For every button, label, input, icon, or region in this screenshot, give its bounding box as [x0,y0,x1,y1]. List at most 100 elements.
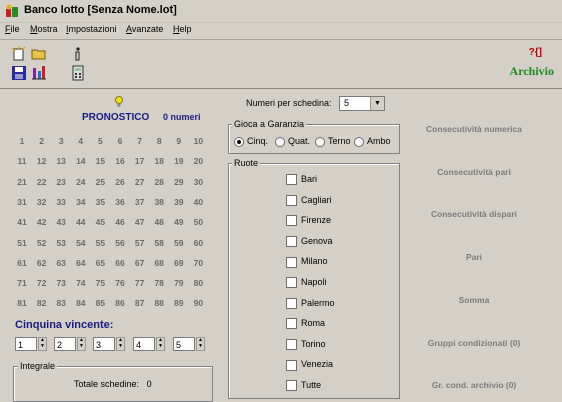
lotto-number[interactable]: 28 [149,177,169,187]
lotto-number[interactable]: 51 [12,238,32,248]
cinquina-spinner-1[interactable]: 1 ▲ ▼ [15,337,48,353]
lotto-number[interactable]: 73 [51,278,71,288]
lotto-number[interactable]: 39 [169,197,189,207]
ruota-checkbox-firenze[interactable]: Firenze [286,215,331,227]
lotto-number[interactable]: 45 [90,217,110,227]
lotto-number[interactable]: 7 [130,136,150,146]
lotto-number[interactable]: 1 [12,136,32,146]
lotto-number[interactable]: 33 [51,197,71,207]
lotto-number[interactable]: 82 [32,298,52,308]
lotto-number[interactable]: 31 [12,197,32,207]
radio-cinq[interactable]: Cinq. [234,136,268,147]
lotto-number[interactable]: 30 [188,177,208,187]
lotto-number[interactable]: 79 [169,278,189,288]
lotto-number[interactable]: 26 [110,177,130,187]
lotto-number[interactable]: 32 [32,197,52,207]
ruota-checkbox-bari[interactable]: Bari [286,174,317,186]
ruota-checkbox-torino[interactable]: Torino [286,339,326,350]
lotto-number[interactable]: 21 [12,177,32,187]
lotto-number[interactable]: 88 [149,298,169,308]
lotto-number[interactable]: 40 [188,197,208,207]
stats-icon[interactable] [31,65,47,81]
lotto-number[interactable]: 68 [149,258,169,268]
analysis-button-6[interactable]: Gr. cond. archivio (0) [408,380,540,390]
analysis-button-0[interactable]: Consecutività numerica [408,124,540,134]
lotto-number[interactable]: 11 [12,156,32,166]
lotto-number[interactable]: 71 [12,278,32,288]
lotto-number[interactable]: 83 [51,298,71,308]
lotto-number[interactable]: 17 [130,156,150,166]
lotto-number[interactable]: 41 [12,217,32,227]
lotto-number[interactable]: 55 [90,238,110,248]
menu-avanzate[interactable]: Avanzate [126,24,163,34]
menu-help[interactable]: Help [173,24,192,34]
lotto-number[interactable]: 60 [188,238,208,248]
lotto-number[interactable]: 18 [149,156,169,166]
lotto-number[interactable]: 84 [71,298,91,308]
lotto-number[interactable]: 64 [71,258,91,268]
ruota-checkbox-roma[interactable]: Roma [286,318,325,330]
lotto-number[interactable]: 54 [71,238,91,248]
ruota-checkbox-napoli[interactable]: Napoli [286,277,327,289]
lotto-number[interactable]: 89 [169,298,189,308]
lotto-number[interactable]: 86 [110,298,130,308]
lotto-number[interactable]: 10 [188,136,208,146]
lotto-number[interactable]: 3 [51,136,71,146]
lotto-number[interactable]: 65 [90,258,110,268]
lotto-number[interactable]: 37 [130,197,150,207]
lotto-number[interactable]: 72 [32,278,52,288]
lotto-number[interactable]: 22 [32,177,52,187]
lotto-number[interactable]: 87 [130,298,150,308]
open-folder-icon[interactable] [31,46,47,62]
lotto-number[interactable]: 57 [130,238,150,248]
lotto-number[interactable]: 48 [149,217,169,227]
radio-ambo[interactable]: Ambo [354,136,391,147]
archivio-button[interactable]: Archivio [510,64,554,79]
lotto-number[interactable]: 69 [169,258,189,268]
lotto-number[interactable]: 14 [71,156,91,166]
lotto-number[interactable]: 29 [169,177,189,187]
cinquina-spinner-2[interactable]: 2 ▲ ▼ [54,337,87,353]
ruota-checkbox-tutte[interactable]: Tutte [286,380,321,392]
lotto-number[interactable]: 20 [188,156,208,166]
lotto-number[interactable]: 44 [71,217,91,227]
lotto-number[interactable]: 49 [169,217,189,227]
lotto-number[interactable]: 78 [149,278,169,288]
ruota-checkbox-venezia[interactable]: Venezia [286,359,333,371]
lotto-number[interactable]: 42 [32,217,52,227]
lotto-number[interactable]: 52 [32,238,52,248]
lotto-number[interactable]: 62 [32,258,52,268]
lotto-number[interactable]: 5 [90,136,110,146]
lotto-number[interactable]: 38 [149,197,169,207]
lotto-number[interactable]: 36 [110,197,130,207]
lotto-number[interactable]: 61 [12,258,32,268]
lotto-number[interactable]: 53 [51,238,71,248]
cinquina-spinner-4[interactable]: 4 ▲ ▼ [133,337,166,353]
ruota-checkbox-milano[interactable]: Milano [286,256,328,268]
lotto-number[interactable]: 85 [90,298,110,308]
cinquina-spinner-3[interactable]: 3 ▲ ▼ [93,337,126,353]
menu-file[interactable]: File [5,24,20,34]
lotto-number[interactable]: 56 [110,238,130,248]
radio-quat[interactable]: Quat. [275,136,310,147]
lotto-number[interactable]: 47 [130,217,150,227]
lotto-number[interactable]: 90 [188,298,208,308]
lotto-number[interactable]: 59 [169,238,189,248]
lotto-number[interactable]: 24 [71,177,91,187]
lotto-number[interactable]: 58 [149,238,169,248]
lotto-number[interactable]: 63 [51,258,71,268]
lightbulb-icon[interactable] [114,96,124,108]
lotto-number[interactable]: 13 [51,156,71,166]
cinquina-spinner-5[interactable]: 5 ▲ ▼ [173,337,206,353]
lotto-number[interactable]: 50 [188,217,208,227]
lotto-number[interactable]: 15 [90,156,110,166]
lotto-number[interactable]: 76 [110,278,130,288]
analysis-button-3[interactable]: Pari [408,252,540,262]
lotto-number[interactable]: 16 [110,156,130,166]
lotto-number[interactable]: 70 [188,258,208,268]
lotto-number[interactable]: 35 [90,197,110,207]
menu-mostra[interactable]: Mostra [30,24,58,34]
lotto-number[interactable]: 12 [32,156,52,166]
calculator-icon[interactable] [70,65,86,81]
ruota-checkbox-cagliari[interactable]: Cagliari [286,195,332,206]
